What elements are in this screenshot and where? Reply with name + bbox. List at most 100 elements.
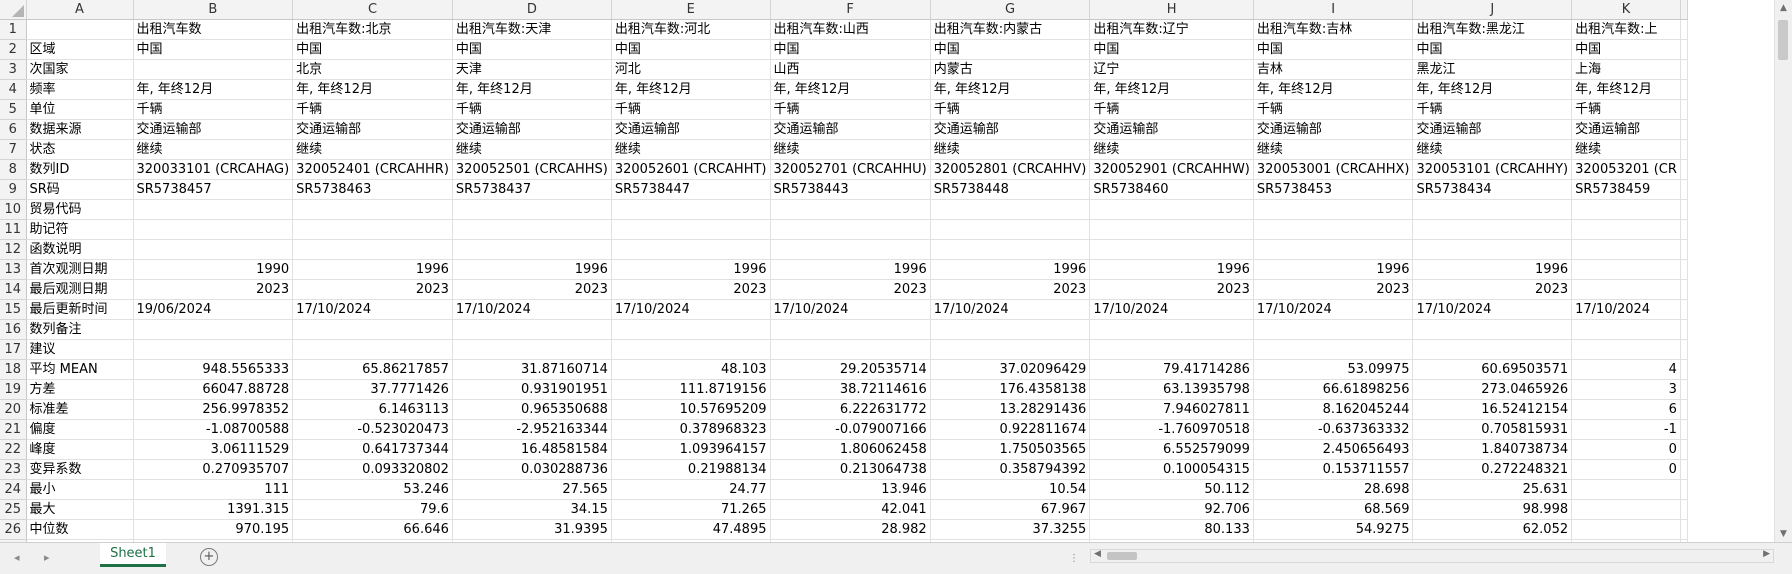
cell-c1[interactable]: 出租汽车数:北京 <box>292 19 453 40</box>
cell-h16[interactable] <box>1089 319 1254 340</box>
cell-h8[interactable]: 320052901 (CRCAHHW) <box>1089 159 1254 180</box>
cell-filler[interactable] <box>1680 399 1688 420</box>
cell-f24[interactable]: 13.946 <box>770 479 931 500</box>
cell-h12[interactable] <box>1089 239 1254 260</box>
cell-g24[interactable]: 10.54 <box>930 479 1091 500</box>
row-header[interactable]: 6 <box>0 119 27 140</box>
cell-f23[interactable]: 0.213064738 <box>770 459 931 480</box>
cell-e25[interactable]: 71.265 <box>611 499 771 520</box>
cell-h21[interactable]: -1.760970518 <box>1089 419 1254 440</box>
cell-i25[interactable]: 68.569 <box>1253 499 1414 520</box>
column-header-e[interactable]: E <box>611 0 771 20</box>
cell-e24[interactable]: 24.77 <box>611 479 771 500</box>
cell-b5[interactable]: 千辆 <box>133 99 294 120</box>
cell-c10[interactable] <box>292 199 453 220</box>
cell-g11[interactable] <box>930 219 1091 240</box>
cell-h13[interactable]: 1996 <box>1089 259 1254 280</box>
cell-a21[interactable]: 偏度 <box>26 419 134 440</box>
cell-a5[interactable]: 单位 <box>26 99 134 120</box>
cell-i1[interactable]: 出租汽车数:吉林 <box>1253 19 1414 40</box>
cell-a11[interactable]: 助记符 <box>26 219 134 240</box>
cell-h10[interactable] <box>1089 199 1254 220</box>
cell-k26[interactable] <box>1571 519 1681 540</box>
row-header[interactable]: 22 <box>0 439 27 460</box>
cell-a16[interactable]: 数列备注 <box>26 319 134 340</box>
cell-i17[interactable] <box>1253 339 1414 360</box>
cell-c11[interactable] <box>292 219 453 240</box>
cell-f11[interactable] <box>770 219 931 240</box>
cell-j22[interactable]: 1.840738734 <box>1412 439 1573 460</box>
cell-b15[interactable]: 19/06/2024 <box>133 299 294 320</box>
cell-g18[interactable]: 37.02096429 <box>930 359 1091 380</box>
cell-d19[interactable]: 0.931901951 <box>452 379 612 400</box>
plus-circle-icon[interactable]: + <box>200 548 218 566</box>
cell-k16[interactable] <box>1571 319 1681 340</box>
cell-filler[interactable] <box>1680 299 1688 320</box>
cell-j11[interactable] <box>1412 219 1573 240</box>
cell-f3[interactable]: 山西 <box>770 59 931 80</box>
cell-filler[interactable] <box>1680 439 1688 460</box>
cell-a4[interactable]: 频率 <box>26 79 134 100</box>
cell-j15[interactable]: 17/10/2024 <box>1412 299 1573 320</box>
cell-b16[interactable] <box>133 319 294 340</box>
cell-k12[interactable] <box>1571 239 1681 260</box>
cell-j23[interactable]: 0.272248321 <box>1412 459 1573 480</box>
column-header-i[interactable]: I <box>1253 0 1414 20</box>
cell-h4[interactable]: 年, 年终12月 <box>1089 79 1254 100</box>
cell-g16[interactable] <box>930 319 1091 340</box>
cell-c14[interactable]: 2023 <box>292 279 453 300</box>
cell-e20[interactable]: 10.57695209 <box>611 399 771 420</box>
cell-a14[interactable]: 最后观测日期 <box>26 279 134 300</box>
cell-g20[interactable]: 13.28291436 <box>930 399 1091 420</box>
cell-h2[interactable]: 中国 <box>1089 39 1254 60</box>
cell-d20[interactable]: 0.965350688 <box>452 399 612 420</box>
cell-a3[interactable]: 次国家 <box>26 59 134 80</box>
cell-f16[interactable] <box>770 319 931 340</box>
row-header[interactable]: 19 <box>0 379 27 400</box>
cell-k9[interactable]: SR5738459 <box>1571 179 1681 200</box>
vertical-scrollbar[interactable]: ▲ ▼ <box>1774 0 1792 542</box>
cell-d7[interactable]: 继续 <box>452 139 612 160</box>
cell-i15[interactable]: 17/10/2024 <box>1253 299 1414 320</box>
cell-i14[interactable]: 2023 <box>1253 279 1414 300</box>
row-header[interactable]: 16 <box>0 319 27 340</box>
cell-j5[interactable]: 千辆 <box>1412 99 1573 120</box>
spreadsheet-grid[interactable]: ABCDEFGHIJK 1 出租汽车数 出租汽车数:北京 出租汽车数:天津 出租汽车数:… <box>0 0 1774 542</box>
cell-k6[interactable]: 交通运输部 <box>1571 119 1681 140</box>
cell-k10[interactable] <box>1571 199 1681 220</box>
row-header[interactable]: 26 <box>0 519 27 540</box>
cell-c2[interactable]: 中国 <box>292 39 453 60</box>
cell-i11[interactable] <box>1253 219 1414 240</box>
cell-filler[interactable] <box>1680 259 1688 280</box>
horizontal-scrollbar[interactable]: ◀ ▶ <box>1090 549 1774 563</box>
cell-a2[interactable]: 区域 <box>26 39 134 60</box>
cell-k23[interactable]: 0 <box>1571 459 1681 480</box>
cell-j24[interactable]: 25.631 <box>1412 479 1573 500</box>
cell-d11[interactable] <box>452 219 612 240</box>
cell-d25[interactable]: 34.15 <box>452 499 612 520</box>
cell-a12[interactable]: 函数说明 <box>26 239 134 260</box>
cell-a13[interactable]: 首次观测日期 <box>26 259 134 280</box>
cell-d10[interactable] <box>452 199 612 220</box>
cell-i13[interactable]: 1996 <box>1253 259 1414 280</box>
cell-b9[interactable]: SR5738457 <box>133 179 294 200</box>
cell-e16[interactable] <box>611 319 771 340</box>
cell-h20[interactable]: 7.946027811 <box>1089 399 1254 420</box>
row-header[interactable]: 20 <box>0 399 27 420</box>
cell-g22[interactable]: 1.750503565 <box>930 439 1091 460</box>
cell-c19[interactable]: 37.7771426 <box>292 379 453 400</box>
cell-e6[interactable]: 交通运输部 <box>611 119 771 140</box>
row-header[interactable]: 14 <box>0 279 27 300</box>
cell-k13[interactable] <box>1571 259 1681 280</box>
scroll-down-arrow-icon[interactable]: ▼ <box>1775 526 1792 542</box>
cell-h3[interactable]: 辽宁 <box>1089 59 1254 80</box>
cell-b25[interactable]: 1391.315 <box>133 499 294 520</box>
cell-h7[interactable]: 继续 <box>1089 139 1254 160</box>
cell-a10[interactable]: 贸易代码 <box>26 199 134 220</box>
cell-k17[interactable] <box>1571 339 1681 360</box>
cell-filler[interactable] <box>1680 219 1688 240</box>
cell-a18[interactable]: 平均 MEAN <box>26 359 134 380</box>
cell-k24[interactable] <box>1571 479 1681 500</box>
cell-h25[interactable]: 92.706 <box>1089 499 1254 520</box>
cell-g26[interactable]: 37.3255 <box>930 519 1091 540</box>
